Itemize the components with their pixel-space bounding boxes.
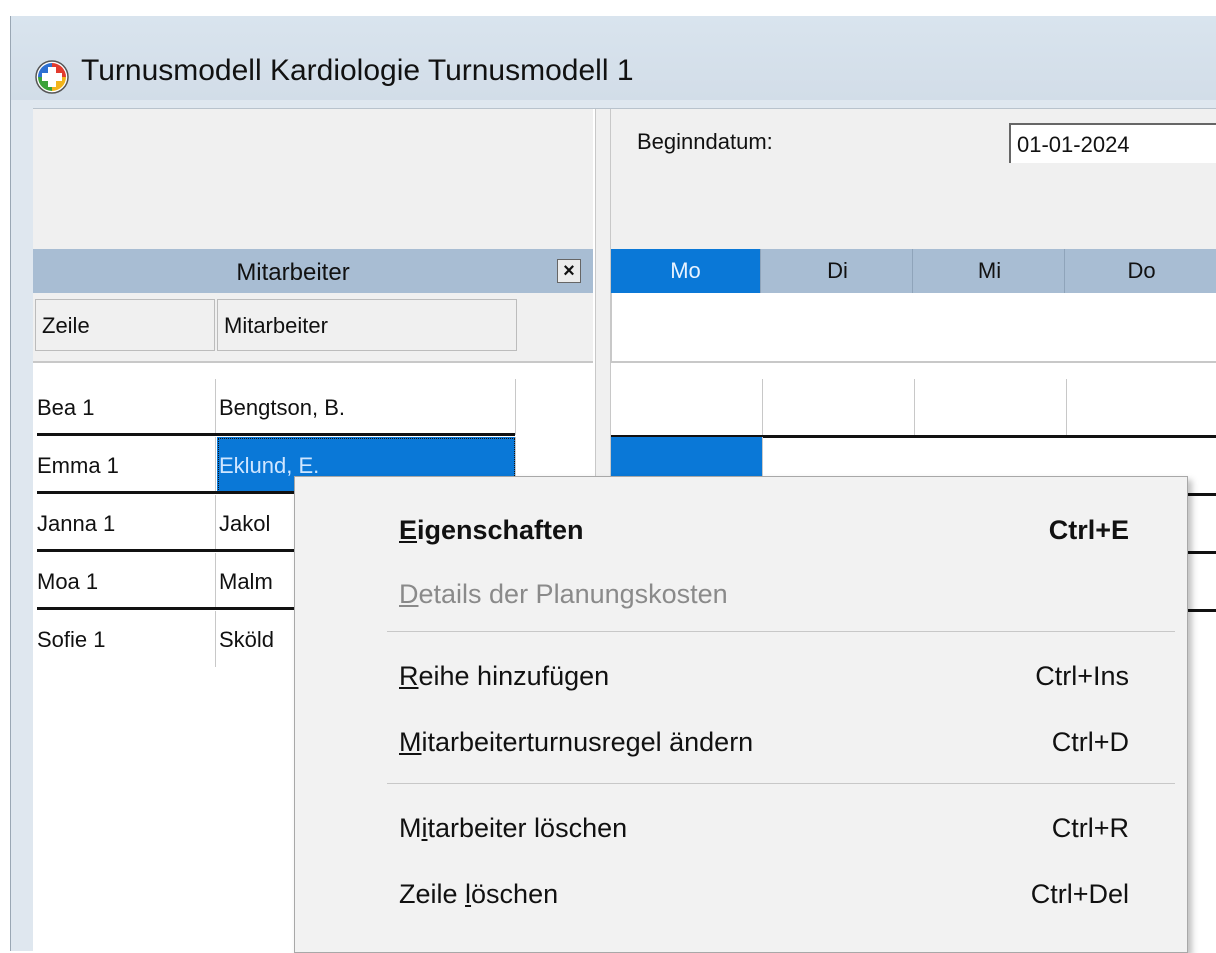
menu-item-label: Mitarbeiterturnusregel ändern: [399, 727, 754, 757]
employee-panel-header: Mitarbeiter ×: [33, 249, 593, 293]
row-zeile: Emma 1: [37, 437, 216, 493]
weekday-subheader: [611, 293, 1216, 363]
menu-item-turnusregel-aendern[interactable]: Mitarbeiterturnusregel ändern Ctrl+D: [295, 713, 1187, 777]
begin-date-field[interactable]: 01-01-2024: [1009, 123, 1216, 163]
column-header-zeile[interactable]: Zeile: [35, 299, 215, 351]
menu-item-label: Mitarbeiter löschen: [399, 813, 628, 843]
row-zeile: Bea 1: [37, 379, 216, 435]
menu-item-shortcut: Ctrl+Del: [1030, 879, 1129, 909]
menu-item-eigenschaften[interactable]: Eigenschaften Ctrl+E: [295, 501, 1187, 565]
row-zeile: Janna 1: [37, 495, 216, 551]
menu-separator: [387, 783, 1175, 784]
window-title: Turnusmodell Kardiologie Turnusmodell 1: [81, 54, 634, 87]
schedule-cell[interactable]: [763, 379, 915, 435]
close-icon[interactable]: ×: [557, 259, 581, 283]
column-header-mitarbeiter[interactable]: Mitarbeiter: [217, 299, 517, 351]
employee-panel-title: Mitarbeiter: [236, 259, 350, 286]
schedule-cell[interactable]: [915, 379, 1067, 435]
weekday-mi[interactable]: Mi: [915, 249, 1065, 293]
menu-item-details-planungskosten: Details der Planungskosten: [295, 565, 1187, 629]
row-divider: [37, 433, 515, 436]
menu-item-shortcut: Ctrl+D: [1051, 727, 1129, 757]
menu-item-reihe-hinzufuegen[interactable]: Reihe hinzufügen Ctrl+Ins: [295, 647, 1187, 711]
menu-item-zeile-loeschen[interactable]: Zeile löschen Ctrl+Del: [295, 865, 1187, 929]
menu-item-label: Reihe hinzufügen: [399, 661, 610, 691]
weekday-header: Mo Di Mi Do: [611, 249, 1216, 293]
menu-item-mitarbeiter-loeschen[interactable]: Mitarbeiter löschen Ctrl+R: [295, 799, 1187, 863]
context-menu: Eigenschaften Ctrl+E Details der Planung…: [294, 476, 1188, 953]
menu-item-label: Details der Planungskosten: [399, 579, 728, 609]
title-bar[interactable]: Turnusmodell Kardiologie Turnusmodell 1: [11, 16, 1216, 100]
menu-item-shortcut: Ctrl+R: [1051, 813, 1129, 843]
menu-item-label: Zeile löschen: [399, 879, 559, 909]
weekday-di[interactable]: Di: [763, 249, 913, 293]
menu-separator: [387, 631, 1175, 632]
begin-date-label: Beginndatum:: [637, 129, 773, 154]
menu-item-shortcut: Ctrl+Ins: [1035, 661, 1129, 691]
column-header-row: Zeile Mitarbeiter: [33, 293, 593, 363]
row-zeile: Sofie 1: [37, 611, 216, 667]
weekday-do[interactable]: Do: [1067, 249, 1216, 293]
schedule-panel-top: Beginndatum: 01-01-2024: [611, 109, 1216, 249]
row-zeile: Moa 1: [37, 553, 216, 609]
menu-item-label: Eigenschaften: [399, 515, 584, 545]
row-mitarbeiter[interactable]: Bengtson, B.: [217, 379, 516, 435]
schedule-cell[interactable]: [1067, 379, 1216, 435]
schedule-cell[interactable]: [611, 379, 763, 435]
table-row[interactable]: Bea 1 Bengtson, B.: [33, 379, 593, 436]
employee-panel-top: [33, 109, 593, 249]
desktop-background: [0, 0, 1216, 16]
app-logo-icon: [35, 60, 69, 94]
weekday-mo[interactable]: Mo: [611, 249, 761, 293]
menu-item-shortcut: Ctrl+E: [1048, 515, 1129, 545]
